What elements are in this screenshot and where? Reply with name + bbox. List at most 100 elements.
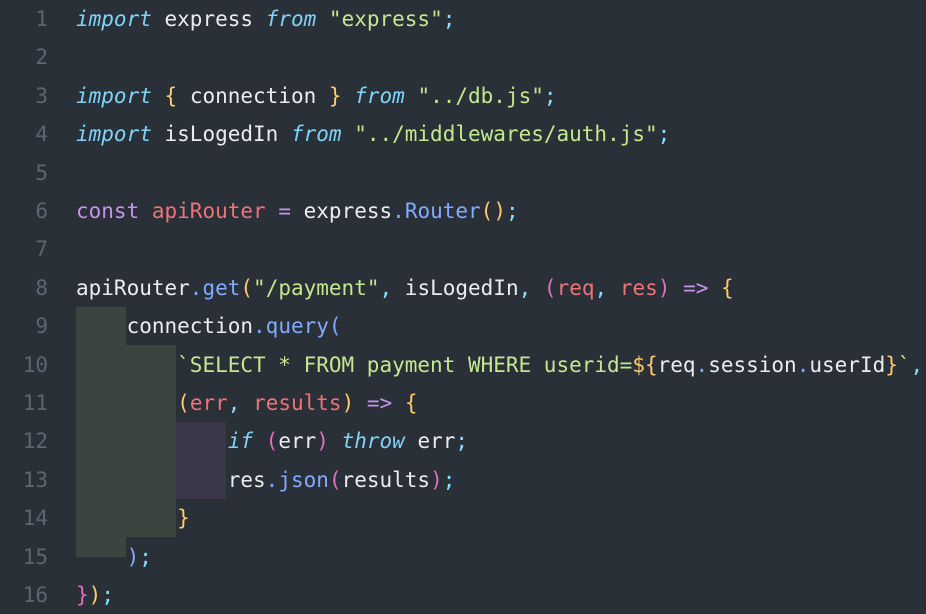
code-token: err [278,429,317,454]
line-number[interactable]: 7 [0,230,48,268]
code-token: res [227,467,266,492]
code-token: import [76,7,152,31]
code-token: ( [265,429,279,454]
code-token: ; [543,83,557,108]
code-token: from [354,83,405,108]
code-token: ; [657,122,671,147]
line-number[interactable]: 15 [0,538,48,576]
line-number[interactable]: 8 [0,269,48,307]
code-token: ) [657,275,671,300]
code-token: } [328,83,342,108]
code-token: . [265,467,279,492]
line-number[interactable]: 6 [0,192,48,230]
code-token: throw [341,429,405,454]
code-token: const [76,199,140,223]
code-line[interactable]: import isLogedIn from "../middlewares/au… [76,115,670,153]
line-number[interactable]: 9 [0,307,48,345]
code-editor[interactable]: 1 2 3 4 5 6 7 8 9 10 11 12 13 14 15 16 import express f… [0,0,926,614]
code-token: } [76,583,89,607]
code-token: ( [328,467,342,492]
code-token: . [189,275,203,300]
code-token: "../middlewares/auth.js" [354,122,658,147]
code-line[interactable]: `SELECT * FROM payment WHERE userid=${re… [76,346,923,384]
code-token: ` [897,352,911,377]
code-line[interactable]: if (err) throw err; [76,422,468,460]
line-number[interactable]: 10 [0,346,48,384]
code-token: err [417,429,456,454]
line-number[interactable]: 16 [0,576,48,614]
code-token: { [164,83,178,108]
line-number[interactable]: 13 [0,461,48,499]
code-line[interactable]: (err, results) => { [76,384,418,422]
code-line[interactable]: } [76,499,190,537]
code-token: from [265,7,317,31]
code-token: , [594,275,608,300]
code-token: . [392,199,405,223]
code-token: ( [177,391,190,415]
line-number[interactable]: 2 [0,38,48,76]
line-number[interactable]: 1 [0,0,48,38]
code-token: . [253,314,266,339]
code-token: "../db.js" [417,83,544,108]
code-line[interactable]: connection.query( [76,307,342,345]
code-line[interactable]: }); [76,576,114,614]
code-token: connection [126,314,254,339]
code-line[interactable]: const apiRouter = express.Router(); [76,192,519,230]
code-token: err [189,391,228,415]
code-token: , [227,391,241,415]
line-number[interactable]: 4 [0,115,48,153]
line-number[interactable]: 3 [0,77,48,115]
code-token: isLogedIn [404,275,519,300]
line-number-gutter[interactable]: 1 2 3 4 5 6 7 8 9 10 11 12 13 14 15 16 [0,0,48,614]
code-line[interactable]: apiRouter.get("/payment", isLogedIn, (re… [76,269,734,307]
line-number[interactable]: 12 [0,422,48,460]
code-line[interactable]: import express from "express"; [76,0,455,38]
code-token: isLogedIn [164,122,279,147]
code-token: import [76,83,152,108]
code-token: ) [126,544,140,569]
code-token: () [480,199,506,223]
code-token: ) [341,391,355,415]
code-token: . [695,352,709,377]
code-content[interactable]: import express from "express"; import { c… [0,0,926,614]
line-number[interactable]: 5 [0,154,48,192]
line-number[interactable]: 11 [0,384,48,422]
code-token: userId [809,352,886,377]
code-token: ( [240,275,254,300]
code-line[interactable]: ); [76,538,152,576]
code-token: ( [543,275,557,300]
code-token: apiRouter [76,275,190,300]
code-token: ( [328,314,342,339]
code-token: { [721,275,734,300]
code-token: if [227,429,254,454]
code-token: apiRouter [151,199,266,223]
code-token: `SELECT * FROM payment WHERE userid= [177,352,633,377]
code-token: ; [455,429,469,454]
code-line[interactable]: res.json(results); [76,461,456,499]
line-number[interactable]: 14 [0,499,48,537]
code-token: ; [442,7,456,31]
code-token: { [404,391,418,415]
code-token: , [379,275,393,300]
code-token: import [76,122,152,147]
code-line[interactable]: import { connection } from "../db.js"; [76,77,557,115]
